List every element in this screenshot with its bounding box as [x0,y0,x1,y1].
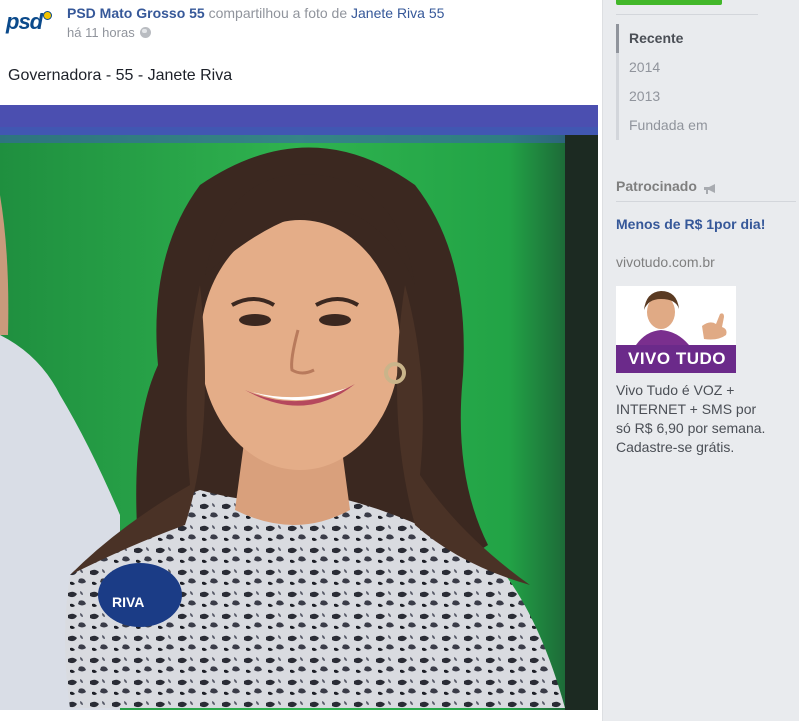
post-timestamp: há 11 horas [67,25,151,40]
ad-title-link[interactable]: Menos de R$ 1por dia! [616,215,766,234]
page-avatar[interactable]: psd [6,4,58,40]
megaphone-icon[interactable] [703,181,717,194]
action-button[interactable] [616,0,722,5]
psd-logo: psd [6,9,43,34]
sponsored-label: Patrocinado [616,178,697,194]
post-card: psd PSD Mato Grosso 55 compartilhou a fo… [0,0,603,721]
timestamp-link[interactable]: há 11 horas [67,25,135,40]
action-text: compartilhou a foto de [208,5,348,21]
logo-dot-icon [43,10,53,20]
timeline-nav: Recente 2014 2013 Fundada em [616,24,756,140]
ad-body-text: Vivo Tudo é VOZ + INTERNET + SMS por só … [616,382,766,455]
timeline-item-2013[interactable]: 2013 [619,82,756,111]
sponsored-heading: Patrocinado [616,178,717,194]
post-photo[interactable]: RIVA [0,105,598,710]
ad-brand-banner: VIVO TUDO [616,345,736,373]
ad-domain: vivotudo.com.br [616,254,715,270]
shared-from-link[interactable]: Janete Riva 55 [351,5,444,21]
timeline-item-fundada[interactable]: Fundada em [619,111,756,140]
page-name-link[interactable]: PSD Mato Grosso 55 [67,5,205,21]
badge-text: RIVA [112,594,144,610]
timeline-item-recente[interactable]: Recente [616,24,756,53]
timeline-item-2014[interactable]: 2014 [619,53,756,82]
divider [616,201,796,202]
right-column: Recente 2014 2013 Fundada em Patrocinado… [603,0,799,721]
globe-icon[interactable] [139,27,151,38]
post-message: Governadora - 55 - Janete Riva [8,67,233,84]
post-header: psd PSD Mato Grosso 55 compartilhou a fo… [0,0,603,48]
portrait-photo-icon: RIVA [0,105,598,710]
post-headline: PSD Mato Grosso 55 compartilhou a foto d… [67,5,444,21]
ad-image[interactable]: VIVO TUDO [616,286,736,373]
divider [616,14,758,15]
